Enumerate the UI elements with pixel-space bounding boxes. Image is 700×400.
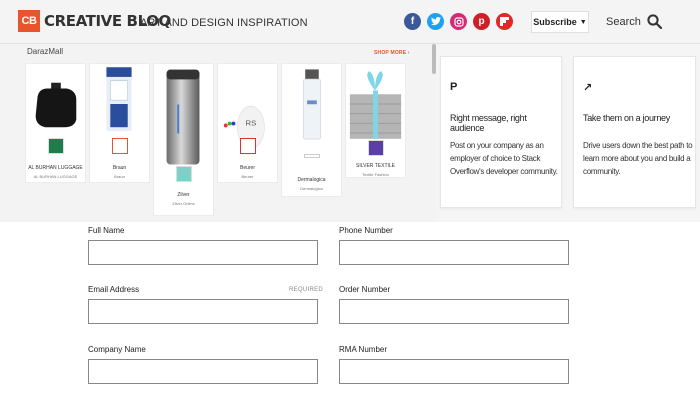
twitter-icon[interactable] (427, 13, 444, 30)
brand-logo (240, 138, 256, 154)
order-number-label: Order Number (339, 285, 391, 294)
ad-brand[interactable]: DarazMall (27, 47, 63, 56)
site-tagline: ART AND DESIGN INSPIRATION (140, 17, 308, 29)
product-image (346, 65, 405, 141)
shop-more-link[interactable]: SHOP MORE › (374, 50, 410, 56)
journey-icon: ↗ (583, 82, 593, 94)
svg-text:RS: RS (246, 118, 257, 127)
card-description: Drive users down the best path to learn … (583, 141, 693, 176)
product-subtitle: Textile Fashion (362, 172, 389, 177)
product-image (282, 65, 341, 158)
flipboard-icon[interactable] (496, 13, 513, 30)
search-label: Search (606, 15, 641, 28)
card-description: Post on your company as an employer of c… (450, 141, 558, 176)
full-name-label: Full Name (88, 226, 125, 235)
company-name-field[interactable] (88, 359, 318, 384)
product-name: Zilver (177, 192, 190, 198)
subscribe-button[interactable]: Subscribe ▼ (531, 11, 589, 33)
pinterest-icon[interactable]: p (473, 13, 490, 30)
order-number-field[interactable] (339, 299, 569, 324)
ad-overlay: DarazMall SHOP MORE › AL BURHAN LUGGAGE … (0, 44, 437, 222)
site-header: CB CREATIVE BLOQ ART AND DESIGN INSPIRAT… (0, 0, 700, 44)
search-button[interactable]: Search (606, 14, 662, 29)
feature-card: ↗ Take them on a journey Drive users dow… (573, 56, 696, 208)
brand-logo (112, 138, 128, 154)
product-name: Dermalogica (297, 177, 326, 183)
rma-number-field[interactable] (339, 359, 569, 384)
product-name: Braun (112, 165, 127, 171)
product-name: SILVER TEXTILE (356, 163, 395, 169)
product-subtitle: Zilver Online (172, 201, 195, 206)
product-subtitle: Dermalogica (300, 186, 323, 191)
ad-product-card[interactable]: RS Beurer Beurer (217, 63, 278, 183)
brand-logo (304, 154, 320, 158)
company-name-label: Company Name (88, 345, 146, 354)
facebook-icon[interactable]: f (404, 13, 421, 30)
ad-product-card[interactable]: Zilver Zilver Online (153, 63, 214, 216)
product-image (154, 65, 213, 173)
product-subtitle: AL BURHAN LUGGAGE (33, 174, 78, 179)
ad-product-card[interactable]: SILVER TEXTILE Textile Fashion (345, 63, 406, 178)
post-icon: P (450, 81, 458, 93)
product-subtitle: Braun (114, 174, 125, 179)
ad-scrollbar[interactable] (432, 44, 436, 74)
ad-product-card[interactable]: Dermalogica Dermalogica (281, 63, 342, 197)
rma-number-label: RMA Number (339, 345, 388, 354)
subscribe-label: Subscribe (533, 17, 577, 27)
email-field[interactable] (88, 299, 318, 324)
feature-card: P Right message, right audience Post on … (440, 56, 562, 208)
brand-logo (48, 138, 64, 154)
phone-field[interactable] (339, 240, 569, 265)
phone-label: Phone Number (339, 226, 393, 235)
product-name: AL BURHAN LUGGAGE (28, 165, 83, 171)
email-label: Email Address (88, 285, 140, 294)
brand-logo (368, 140, 384, 156)
product-name: Beurer (239, 165, 255, 171)
ad-product-card[interactable]: AL BURHAN LUGGAGE AL BURHAN LUGGAGE (25, 63, 86, 183)
card-title: Right message, right audience (450, 113, 527, 133)
product-subtitle: Beurer (241, 174, 254, 179)
brand-logo (176, 166, 192, 182)
instagram-icon[interactable] (450, 13, 467, 30)
required-indicator: REQUIRED (289, 287, 324, 293)
logo-badge: CB (18, 10, 40, 32)
search-icon (647, 14, 662, 29)
ad-product-card[interactable]: Braun Braun (89, 63, 150, 183)
chevron-down-icon: ▼ (579, 18, 587, 26)
full-name-field[interactable] (88, 240, 318, 265)
social-links: f p (404, 13, 513, 30)
product-image (26, 65, 85, 143)
card-title: Take them on a journey (583, 113, 670, 123)
product-image (90, 65, 149, 143)
